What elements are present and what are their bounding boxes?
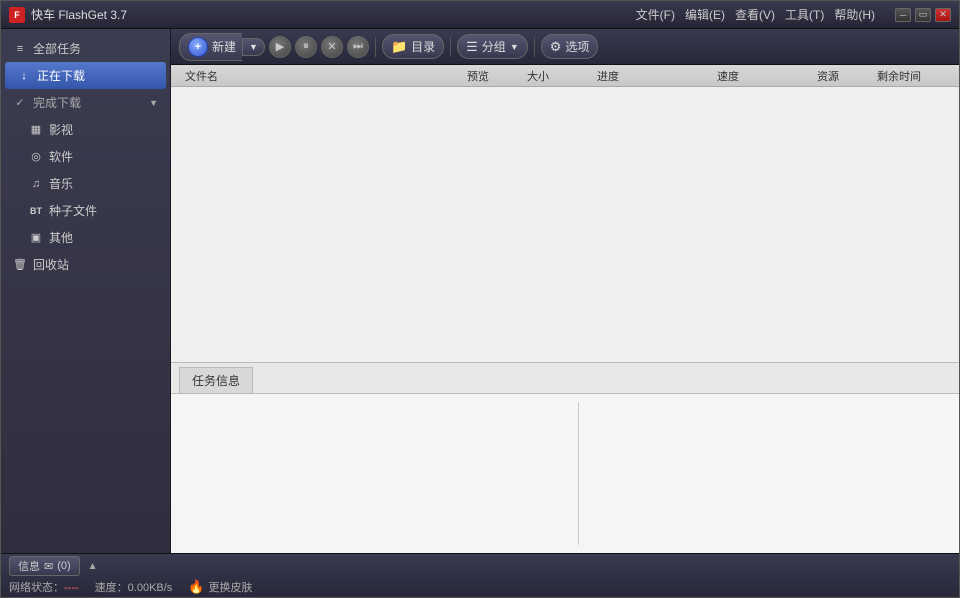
- new-button-label: 新建: [212, 38, 236, 55]
- sidebar-item-other[interactable]: ▣ 其他: [1, 224, 170, 251]
- all-tasks-icon: ≡: [13, 42, 27, 56]
- task-info-right: [579, 394, 959, 553]
- sidebar-item-label: 正在下载: [37, 67, 85, 84]
- menu-view[interactable]: 查看(V): [731, 4, 779, 25]
- sidebar-item-label: 软件: [49, 148, 73, 165]
- torrent-icon: BT: [29, 204, 43, 218]
- directory-label: 目录: [411, 38, 435, 55]
- skin-button[interactable]: 🔥 更换皮肤: [188, 579, 252, 595]
- menu-tools[interactable]: 工具(T): [781, 4, 828, 25]
- sidebar-item-label: 种子文件: [49, 202, 97, 219]
- col-preview[interactable]: 预览: [461, 68, 521, 84]
- new-button-group: + 新建 ▼: [179, 33, 265, 61]
- play-button[interactable]: ▶: [269, 36, 291, 58]
- network-label: 网络状态：: [9, 582, 64, 594]
- mail-icon: ✉: [44, 560, 53, 573]
- skin-icon: 🔥: [188, 579, 204, 595]
- group-button[interactable]: ☰ 分组 ▼: [457, 34, 528, 59]
- sidebar-item-label: 完成下载: [33, 94, 81, 111]
- info-badge[interactable]: 信息 ✉ (0): [9, 556, 80, 576]
- col-source[interactable]: 资源: [811, 68, 871, 84]
- music-icon: ♫: [29, 177, 43, 191]
- col-speed[interactable]: 速度: [711, 68, 811, 84]
- close-button[interactable]: ✕: [935, 8, 951, 22]
- col-remaining[interactable]: 剩余时间: [871, 68, 951, 84]
- group-dropdown-arrow: ▼: [510, 42, 519, 52]
- video-icon: ▦: [29, 123, 43, 137]
- separator-1: [375, 37, 376, 57]
- sidebar-item-label: 全部任务: [33, 40, 81, 57]
- expand-button[interactable]: ▲: [88, 561, 98, 572]
- separator-3: [534, 37, 535, 57]
- sidebar-item-torrent[interactable]: BT 种子文件: [1, 197, 170, 224]
- menu-bar: 文件(F) 编辑(E) 查看(V) 工具(T) 帮助(H): [632, 4, 879, 25]
- directory-icon: 📁: [391, 39, 407, 55]
- downloading-icon: ↓: [17, 69, 31, 83]
- group-icon: ☰: [466, 39, 478, 55]
- new-button[interactable]: + 新建: [179, 33, 242, 61]
- maximize-button[interactable]: ▭: [915, 8, 931, 22]
- main-content: ≡ 全部任务 ↓ 正在下载 ✓ 完成下载 ▼ ▦ 影视 ◎: [1, 29, 959, 553]
- group-label: 分组: [482, 38, 506, 55]
- col-filename[interactable]: 文件名: [179, 68, 461, 84]
- mail-count: (0): [57, 560, 70, 572]
- new-dropdown-arrow[interactable]: ▼: [242, 38, 265, 56]
- window-title: 快车 FlashGet 3.7: [31, 6, 632, 23]
- pause-button[interactable]: ⏸: [295, 36, 317, 58]
- file-list: [171, 87, 959, 362]
- sidebar-item-label: 其他: [49, 229, 73, 246]
- task-info-content: [171, 393, 959, 553]
- app-icon: F: [9, 7, 25, 23]
- skin-label: 更换皮肤: [208, 579, 252, 595]
- info-label: 信息: [18, 558, 40, 574]
- menu-help[interactable]: 帮助(H): [830, 4, 879, 25]
- menu-edit[interactable]: 编辑(E): [681, 4, 729, 25]
- stop-button[interactable]: ✕: [321, 36, 343, 58]
- sidebar-item-recycle[interactable]: 🗑 回收站: [1, 251, 170, 278]
- menu-file[interactable]: 文件(F): [632, 4, 679, 25]
- sidebar-item-label: 回收站: [33, 256, 69, 273]
- completed-icon: ✓: [13, 96, 27, 110]
- window-controls: ─ ▭ ✕: [895, 8, 951, 22]
- network-value: ----: [64, 582, 79, 594]
- statusbar: 信息 ✉ (0) ▲ 网络状态：---- 速度：0.00KB/s 🔥 更换皮肤: [1, 553, 959, 597]
- skip-button[interactable]: ⏭: [347, 36, 369, 58]
- right-panel: + 新建 ▼ ▶ ⏸ ✕ ⏭ 📁 目录: [171, 29, 959, 553]
- minimize-button[interactable]: ─: [895, 8, 911, 22]
- options-label: 选项: [565, 38, 589, 55]
- recycle-icon: 🗑: [13, 258, 27, 272]
- sidebar-item-completed[interactable]: ✓ 完成下载 ▼: [1, 89, 170, 116]
- sidebar-item-label: 影视: [49, 121, 73, 138]
- speed-status: 速度：0.00KB/s: [95, 579, 173, 595]
- column-headers: 文件名 预览 大小 进度 速度 资源 剩余时间: [171, 65, 959, 87]
- sidebar: ≡ 全部任务 ↓ 正在下载 ✓ 完成下载 ▼ ▦ 影视 ◎: [1, 29, 171, 553]
- col-size[interactable]: 大小: [521, 68, 591, 84]
- directory-button[interactable]: 📁 目录: [382, 34, 444, 59]
- task-info-tab[interactable]: 任务信息: [179, 367, 253, 393]
- statusbar-top: 信息 ✉ (0) ▲: [9, 556, 951, 576]
- task-info-left: [171, 394, 578, 553]
- sidebar-item-video[interactable]: ▦ 影视: [1, 116, 170, 143]
- sidebar-item-software[interactable]: ◎ 软件: [1, 143, 170, 170]
- separator-2: [450, 37, 451, 57]
- options-icon: ⚙: [550, 39, 562, 55]
- options-button[interactable]: ⚙ 选项: [541, 34, 599, 59]
- statusbar-bottom: 网络状态：---- 速度：0.00KB/s 🔥 更换皮肤: [9, 579, 951, 595]
- col-progress[interactable]: 进度: [591, 68, 711, 84]
- sidebar-item-downloading[interactable]: ↓ 正在下载: [5, 62, 166, 89]
- sidebar-item-label: 音乐: [49, 175, 73, 192]
- software-icon: ◎: [29, 150, 43, 164]
- sidebar-item-music[interactable]: ♫ 音乐: [1, 170, 170, 197]
- titlebar: F 快车 FlashGet 3.7 文件(F) 编辑(E) 查看(V) 工具(T…: [1, 1, 959, 29]
- new-icon: +: [188, 37, 208, 57]
- other-icon: ▣: [29, 231, 43, 245]
- task-info-panel: 任务信息: [171, 362, 959, 553]
- network-status-label: 网络状态：----: [9, 579, 79, 595]
- dropdown-arrow-icon: ▼: [149, 98, 158, 108]
- sidebar-item-all-tasks[interactable]: ≡ 全部任务: [1, 35, 170, 62]
- main-window: F 快车 FlashGet 3.7 文件(F) 编辑(E) 查看(V) 工具(T…: [0, 0, 960, 598]
- toolbar: + 新建 ▼ ▶ ⏸ ✕ ⏭ 📁 目录: [171, 29, 959, 65]
